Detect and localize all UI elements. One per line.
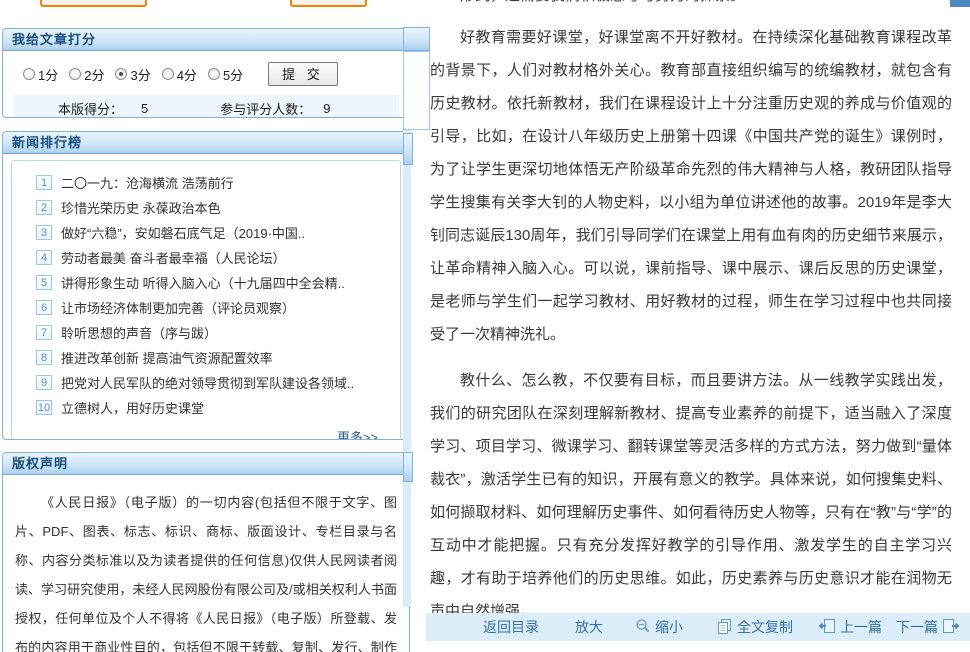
- prev-article-label: 上一篇: [840, 617, 882, 637]
- article-paragraph: 教什么、怎么教，不仅要有目标，而且要讲方法。从一线教学实践出发，我们的研究团队在…: [430, 364, 952, 613]
- rating-option-label: 2分: [84, 65, 104, 84]
- ranking-item[interactable]: 6 让市场经济体制更加完善（评论员观察）: [22, 295, 394, 320]
- rating-option-label: 1分: [38, 65, 58, 84]
- ranking-item[interactable]: 8 推进改革创新 提高油气资源配置效率: [22, 345, 394, 370]
- ranking-item-title[interactable]: 立德树人，用好历史课堂: [61, 398, 204, 417]
- radio-icon[interactable]: [162, 68, 174, 80]
- rating-options-row: 1分 2分 3分 4分 5分 提 交: [3, 51, 409, 86]
- back-to-catalog-label: 返回目录: [483, 617, 539, 637]
- clipped-panel-edge: [403, 452, 413, 482]
- ranking-item-title[interactable]: 做好“六稳”，安如磐石底气足（2019·中国..: [61, 223, 305, 242]
- ranking-list: 1 二〇一九：沧海横流 浩荡前行 2 珍惜光荣历史 永葆政治本色 3 做好“六稳…: [11, 160, 401, 440]
- ranking-item-title[interactable]: 聆听思想的声音（序与跋）: [61, 323, 217, 342]
- zoom-out-label: 缩小: [655, 617, 683, 637]
- rating-panel: 我给文章打分 1分 2分 3分 4分 5分 提 交 本版得分： 5 参与评分人数…: [2, 28, 410, 118]
- ranking-item-title[interactable]: 劳动者最美 奋斗者最幸福（人民论坛）: [61, 248, 286, 267]
- ranking-item-title[interactable]: 推进改革创新 提高油气资源配置效率: [61, 348, 273, 367]
- rank-number-badge: 6: [36, 300, 52, 315]
- zoom-in-link[interactable]: 放大: [575, 617, 603, 637]
- top-right-scrollbar-cap: [950, 0, 970, 7]
- page-score-value: 5: [141, 101, 148, 116]
- zoom-in-label: 放大: [575, 617, 603, 637]
- rating-option-label: 4分: [177, 65, 197, 84]
- radio-checked-icon[interactable]: [115, 68, 127, 80]
- ranking-item-title[interactable]: 把党对人民军队的绝对领导贯彻到军队建设各领域..: [61, 373, 354, 392]
- rating-option-label: 3分: [130, 65, 150, 84]
- ranking-item[interactable]: 7 聆听思想的声音（序与跋）: [22, 320, 394, 345]
- ranking-panel-title: 新闻排行榜: [3, 132, 409, 154]
- clipped-panel-edge: [403, 27, 430, 51]
- copyright-text: 《人民日报》（电子版）的一切内容(包括但不限于文字、图片、PDF、图表、标志、标…: [3, 475, 409, 652]
- ranking-item[interactable]: 3 做好“六稳”，安如磐石底气足（2019·中国..: [22, 220, 394, 245]
- rating-option-3[interactable]: 3分: [115, 65, 150, 84]
- ranking-item[interactable]: 5 讲得形象生动 听得入脑入心（十九届四中全会精..: [22, 270, 394, 295]
- next-article-label: 下一篇: [896, 617, 938, 637]
- raters-count-value: 9: [323, 101, 330, 116]
- magnifier-minus-icon: [631, 618, 655, 637]
- rank-number-badge: 5: [36, 275, 52, 290]
- next-article-link[interactable]: 下一篇: [896, 617, 964, 637]
- rank-number-badge: 7: [36, 325, 52, 340]
- copy-all-label: 全文复制: [737, 617, 793, 637]
- ranking-item[interactable]: 1 二〇一九：沧海横流 浩荡前行: [22, 170, 394, 195]
- clipped-top-button-1[interactable]: [40, 0, 147, 7]
- article-paragraph: 好教育需要好课堂，好课堂离不开好教材。在持续深化基础教育课程改革的背景下，人们对…: [430, 21, 952, 351]
- rating-panel-title: 我给文章打分: [3, 29, 409, 51]
- clipped-panel-edge: [403, 133, 413, 165]
- copy-pages-icon: [713, 618, 737, 637]
- rank-number-badge: 2: [36, 200, 52, 215]
- clipped-top-button-2[interactable]: [290, 0, 367, 7]
- article-toolbar: 返回目录 放大 缩小 全文复制 上一篇 下一篇: [426, 613, 970, 641]
- more-link[interactable]: 更多>>: [22, 420, 394, 440]
- next-page-arrow-icon: [938, 618, 964, 637]
- zoom-out-link[interactable]: 缩小: [631, 617, 683, 637]
- score-row: 本版得分： 5 参与评分人数： 9: [13, 95, 399, 118]
- rating-option-4[interactable]: 4分: [162, 65, 197, 84]
- rank-number-badge: 3: [36, 225, 52, 240]
- submit-rating-button[interactable]: 提 交: [268, 62, 338, 86]
- ranking-item[interactable]: 2 珍惜光荣历史 永葆政治本色: [22, 195, 394, 220]
- ranking-item-title[interactable]: 珍惜光荣历史 永葆政治本色: [61, 198, 221, 217]
- ranking-item-title[interactable]: 让市场经济体制更加完善（评论员观察）: [61, 298, 295, 317]
- page-score-label: 本版得分：: [58, 99, 123, 118]
- ranking-item-title[interactable]: 二〇一九：沧海横流 浩荡前行: [61, 173, 234, 192]
- ranking-item[interactable]: 9 把党对人民军队的绝对领导贯彻到军队建设各领域..: [22, 370, 394, 395]
- raters-count-label: 参与评分人数：: [220, 99, 311, 118]
- radio-icon[interactable]: [69, 68, 81, 80]
- radio-icon[interactable]: [208, 68, 220, 80]
- article-clipped-line: 形式，这需要我们积极思考与努力的探索。: [430, 0, 952, 12]
- copy-all-link[interactable]: 全文复制: [713, 617, 793, 637]
- ranking-item[interactable]: 10 立德树人，用好历史课堂: [22, 395, 394, 420]
- rank-number-badge: 9: [36, 375, 52, 390]
- radio-icon[interactable]: [23, 68, 35, 80]
- rank-number-badge: 10: [36, 400, 52, 415]
- ranking-item[interactable]: 4 劳动者最美 奋斗者最幸福（人民论坛）: [22, 245, 394, 270]
- rank-number-badge: 8: [36, 350, 52, 365]
- rating-option-2[interactable]: 2分: [69, 65, 104, 84]
- copyright-panel: 版权声明 《人民日报》（电子版）的一切内容(包括但不限于文字、图片、PDF、图表…: [2, 452, 410, 652]
- article-body: 形式，这需要我们积极思考与努力的探索。 好教育需要好课堂，好课堂离不开好教材。在…: [430, 0, 952, 613]
- news-ranking-panel: 新闻排行榜 1 二〇一九：沧海横流 浩荡前行 2 珍惜光荣历史 永葆政治本色 3…: [2, 131, 410, 440]
- prev-article-link[interactable]: 上一篇: [814, 617, 882, 637]
- rating-option-label: 5分: [223, 65, 243, 84]
- copyright-panel-title: 版权声明: [3, 453, 409, 475]
- rating-option-1[interactable]: 1分: [23, 65, 58, 84]
- ranking-item-title[interactable]: 讲得形象生动 听得入脑入心（十九届四中全会精..: [61, 273, 345, 292]
- prev-page-arrow-icon: [814, 618, 840, 637]
- clipped-panel-edge: [403, 51, 430, 130]
- back-to-catalog-link[interactable]: 返回目录: [483, 617, 539, 637]
- rank-number-badge: 1: [36, 175, 52, 190]
- rank-number-badge: 4: [36, 250, 52, 265]
- rating-option-5[interactable]: 5分: [208, 65, 243, 84]
